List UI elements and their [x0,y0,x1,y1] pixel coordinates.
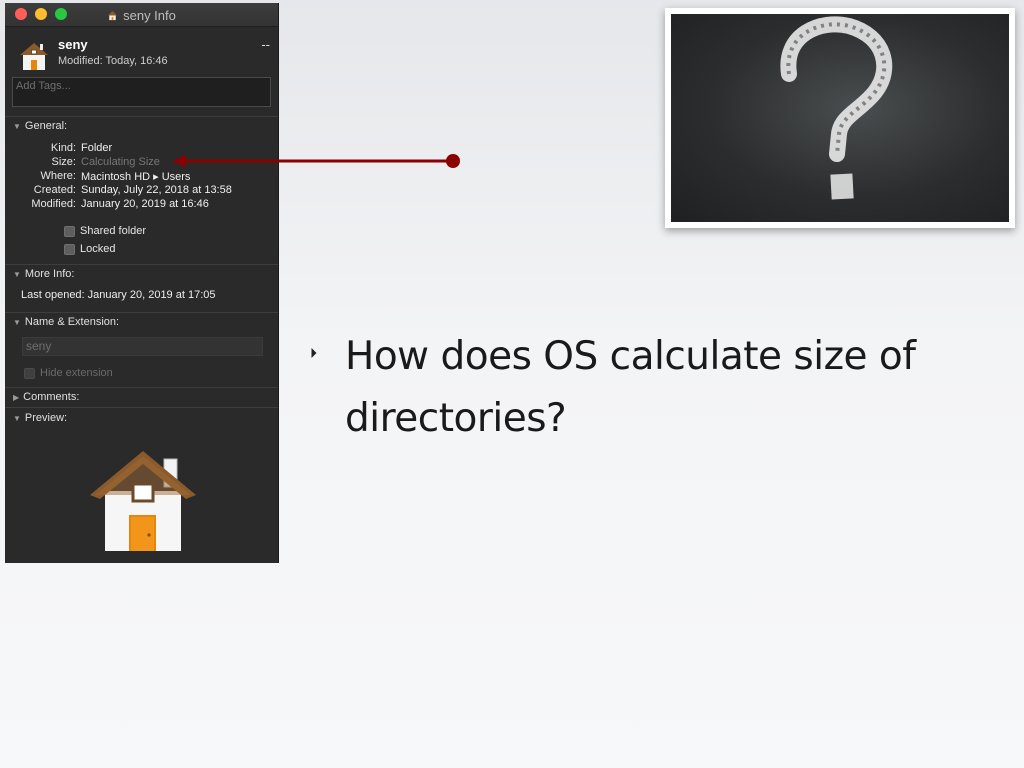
hide-extension-label: Hide extension [40,367,113,379]
question-mark-photo [665,8,1015,228]
slide-bullet-text: How does OS calculate size of directorie… [345,334,916,441]
home-folder-icon [20,43,48,70]
divider [5,264,278,265]
modified-value: January 20, 2019 at 16:46 [81,198,209,210]
hide-extension-checkbox[interactable]: Hide extension [24,367,113,379]
divider [5,407,278,408]
bullet-triangle-icon [311,348,317,358]
section-general-title: General: [24,120,68,132]
section-preview-title: Preview: [24,412,68,424]
section-comments-toggle[interactable]: ▶ Comments: [13,391,79,403]
tags-input[interactable]: Add Tags... [12,77,271,107]
info-row-created: Created: Sunday, July 22, 2018 at 13:58 [5,184,278,198]
last-opened-text: Last opened: January 20, 2019 at 17:05 [21,289,216,301]
section-comments-title: Comments: [23,391,80,403]
locked-checkbox[interactable]: Locked [64,243,115,255]
info-header: seny Modified: Today, 16:46 -- [5,27,278,73]
get-info-window: seny Info seny Modified: Today, 16:46 --… [5,3,279,563]
pointer-arrow [172,154,460,168]
item-modified: Modified: Today, 16:46 [58,55,168,67]
info-row-where: Where: Macintosh HD ▸ Users [5,170,278,184]
divider [5,312,278,313]
name-field[interactable]: seny [22,337,263,356]
divider [5,387,278,388]
checkbox-box[interactable] [24,367,35,379]
shared-folder-label: Shared folder [80,225,147,237]
locked-label: Locked [80,243,116,255]
info-row-modified: Modified: January 20, 2019 at 16:46 [5,198,278,212]
disclosure-open-icon: ▼ [13,317,21,327]
home-folder-preview-icon [90,451,196,551]
disclosure-open-icon: ▼ [13,413,21,423]
section-general-toggle[interactable]: ▼ General: [13,120,67,132]
disclosure-open-icon: ▼ [13,121,21,131]
size-label: Size: [51,156,76,168]
section-more-info-toggle[interactable]: ▼ More Info: [13,268,74,280]
created-label: Created: [33,184,76,196]
disclosure-closed-icon: ▶ [13,392,20,402]
home-folder-icon [108,10,118,21]
disclosure-open-icon: ▼ [13,269,21,279]
section-preview-toggle[interactable]: ▼ Preview: [13,412,67,424]
title-bar[interactable]: seny Info [5,3,278,27]
kind-value: Folder [81,142,113,154]
item-name: seny [58,37,88,52]
kind-label: Kind: [50,142,76,154]
created-value: Sunday, July 22, 2018 at 13:58 [81,184,232,196]
section-more-info-title: More Info: [24,268,75,280]
window-title-group: seny Info [5,8,278,23]
modified-label: Modified: [31,198,76,210]
section-name-extension-toggle[interactable]: ▼ Name & Extension: [13,316,119,328]
checkbox-box[interactable] [64,225,75,237]
section-name-extension-title: Name & Extension: [24,316,120,328]
where-label: Where: [40,170,76,182]
size-value: Calculating Size [81,156,160,168]
checkbox-box[interactable] [64,243,75,255]
chalk-question-mark [780,16,893,200]
window-title: seny Info [123,8,176,23]
item-size-dash: -- [261,37,270,52]
chalkboard [671,14,1009,222]
shared-folder-checkbox[interactable]: Shared folder [64,225,146,237]
divider [5,116,278,117]
